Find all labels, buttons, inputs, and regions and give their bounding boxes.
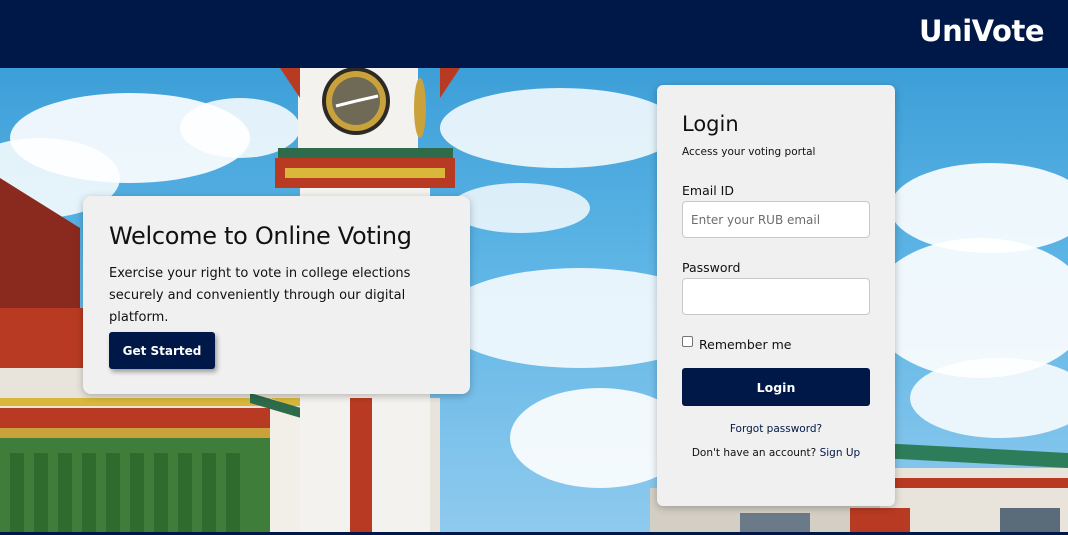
welcome-title: Welcome to Online Voting [109, 222, 412, 250]
signup-prompt-text: Don't have an account? [691, 447, 820, 459]
welcome-card: Welcome to Online Voting Exercise your r… [83, 196, 470, 394]
get-started-button[interactable]: Get Started [109, 332, 215, 369]
remember-me-label[interactable]: Remember me [699, 337, 791, 352]
email-field[interactable] [682, 201, 870, 238]
email-label: Email ID [682, 183, 734, 198]
login-button[interactable]: Login [682, 368, 870, 406]
top-navbar: UniVote [0, 0, 1068, 68]
password-field[interactable] [682, 278, 870, 315]
login-title: Login [682, 112, 739, 136]
login-card: Login Access your voting portal Email ID… [657, 85, 895, 506]
password-label: Password [682, 260, 741, 275]
sign-up-link[interactable]: Sign Up [820, 447, 861, 459]
welcome-description: Exercise your right to vote in college e… [109, 266, 411, 325]
signup-prompt-row: Don't have an account? Sign Up [657, 447, 895, 459]
remember-me-checkbox[interactable] [682, 336, 693, 347]
forgot-password-link[interactable]: Forgot password? [657, 423, 895, 435]
brand-logo-text[interactable]: UniVote [919, 14, 1044, 48]
login-subtitle: Access your voting portal [682, 146, 816, 158]
